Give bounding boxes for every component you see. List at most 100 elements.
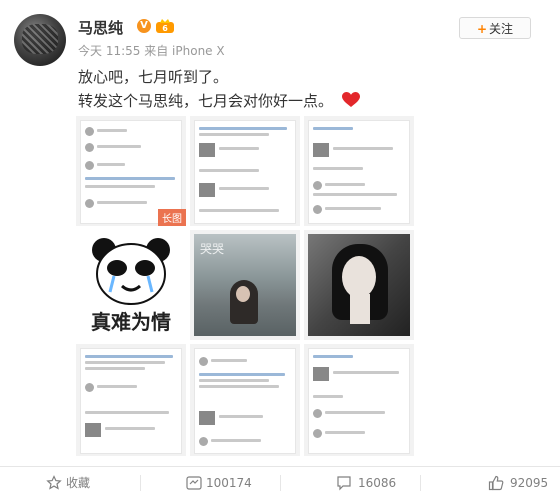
portrait-photo	[308, 234, 410, 336]
text-line	[325, 431, 365, 434]
post-text-line2: 转发这个马思纯，七月会对你好一点。	[78, 90, 360, 111]
screenshot-card	[308, 348, 410, 454]
text-line	[219, 147, 259, 150]
text-line	[85, 355, 173, 358]
text-line	[325, 207, 381, 210]
text-line	[313, 127, 353, 130]
like-count: 92095	[510, 476, 549, 490]
text-line	[333, 371, 399, 374]
image-grid: 长图 真难为情 哭哭	[76, 116, 414, 456]
plus-icon: +	[476, 22, 488, 36]
person-face	[236, 286, 250, 302]
avatar-dot	[199, 437, 208, 446]
text-line	[219, 187, 269, 190]
post-meta: 今天 11:55 来自 iPhone X	[78, 42, 225, 59]
text-line	[325, 183, 365, 186]
text-line	[313, 355, 353, 358]
screenshot-card	[80, 348, 182, 454]
avatar-dot	[85, 143, 94, 152]
text-line	[105, 427, 155, 430]
person-neck	[350, 294, 370, 324]
timestamp[interactable]: 今天 11:55	[78, 44, 140, 58]
thumbnail	[199, 183, 215, 197]
avatar-dot	[313, 429, 322, 438]
photo-watermark: 哭哭	[200, 242, 225, 256]
star-outline-icon	[46, 475, 62, 490]
post-text-line1: 放心吧，七月听到了。	[78, 68, 229, 86]
text-line	[199, 379, 269, 382]
text-line	[97, 129, 127, 132]
follow-label: 关注	[489, 22, 514, 36]
action-bar: 收藏 100174 16086 92095	[0, 466, 560, 499]
thumbs-up-icon	[488, 475, 504, 491]
image-thumb-6[interactable]	[304, 230, 414, 340]
text-line	[333, 147, 393, 150]
long-image-badge: 长图	[158, 209, 186, 226]
image-thumb-3[interactable]	[304, 116, 414, 226]
thumbnail	[85, 423, 101, 437]
thumbnail	[313, 143, 329, 157]
verified-icon: V	[137, 19, 151, 33]
text-line	[211, 439, 261, 442]
text-line	[199, 169, 259, 172]
text-line	[85, 367, 145, 370]
avatar[interactable]	[14, 14, 66, 66]
screenshot-card	[308, 120, 410, 224]
post-text-line2-content: 转发这个马思纯，七月会对你好一点。	[78, 92, 334, 110]
avatar-dot	[85, 383, 94, 392]
username[interactable]: 马思纯	[78, 17, 123, 38]
favorite-button[interactable]: 收藏	[0, 467, 140, 499]
heart-icon	[341, 92, 360, 107]
text-line	[199, 209, 279, 212]
repost-icon	[186, 476, 202, 490]
favorite-label: 收藏	[66, 476, 91, 490]
thumbnail	[199, 411, 215, 425]
comment-icon	[337, 476, 351, 491]
text-line	[97, 145, 141, 148]
avatar-dot	[85, 199, 94, 208]
like-button[interactable]: 92095	[420, 467, 560, 499]
movie-still-photo: 哭哭	[194, 234, 296, 336]
image-thumb-5[interactable]: 哭哭	[190, 230, 300, 340]
text-line	[199, 373, 285, 376]
image-thumb-1[interactable]: 长图	[76, 116, 186, 226]
text-line	[199, 385, 279, 388]
text-line	[199, 133, 269, 136]
avatar-dot	[85, 161, 94, 170]
image-thumb-9[interactable]	[304, 344, 414, 456]
text-line	[313, 193, 397, 196]
text-line	[219, 415, 263, 418]
image-thumb-2[interactable]	[190, 116, 300, 226]
screenshot-card	[194, 348, 296, 454]
avatar-dot	[313, 181, 322, 190]
avatar-dot	[199, 357, 208, 366]
thumbnail	[313, 367, 329, 381]
text-line	[199, 127, 287, 130]
text-line	[85, 361, 165, 364]
avatar-dot	[85, 127, 94, 136]
panda-meme-icon	[92, 238, 170, 305]
text-line	[85, 177, 175, 180]
follow-button[interactable]: + 关注	[459, 17, 531, 39]
source: 来自 iPhone X	[144, 44, 225, 58]
comment-button[interactable]: 16086	[280, 467, 420, 499]
text-line	[85, 185, 155, 188]
image-thumb-8[interactable]	[190, 344, 300, 456]
person-face	[342, 256, 376, 298]
repost-count: 100174	[206, 476, 252, 490]
meme-caption: 真难为情	[91, 310, 171, 334]
text-line	[211, 359, 247, 362]
text-line	[97, 201, 147, 204]
text-line	[85, 411, 169, 414]
avatar-dot	[313, 205, 322, 214]
screenshot-card	[194, 120, 296, 224]
text-line	[313, 395, 343, 398]
thumbnail	[199, 143, 215, 157]
crown-vip-icon[interactable]: 6	[155, 17, 175, 34]
post-header: 马思纯 V 6 今天 11:55 来自 iPhone X + 关注	[0, 0, 560, 70]
comment-count: 16086	[358, 476, 397, 490]
repost-button[interactable]: 100174	[140, 467, 280, 499]
image-thumb-4[interactable]: 真难为情	[76, 230, 186, 340]
image-thumb-7[interactable]	[76, 344, 186, 456]
avatar-dot	[313, 409, 322, 418]
